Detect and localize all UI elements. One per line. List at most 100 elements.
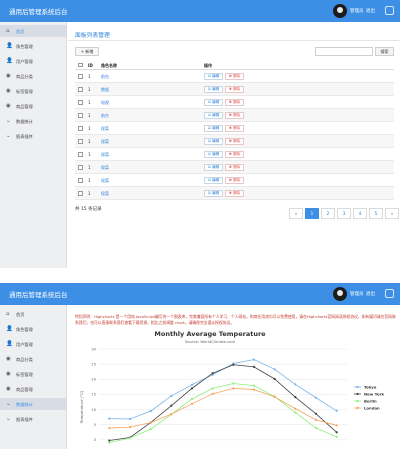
legend-item-label[interactable]: London [364, 405, 380, 410]
data-point[interactable] [252, 358, 256, 361]
pagination-next[interactable]: » [385, 208, 399, 219]
edit-button[interactable]: ☑ 编辑 [204, 86, 223, 93]
row-name-link[interactable]: 保菜 [101, 165, 109, 171]
row-name-link[interactable]: 电视 [101, 100, 109, 106]
delete-button[interactable]: ✖ 删除 [225, 99, 244, 106]
data-point[interactable] [335, 431, 338, 434]
data-point[interactable] [149, 409, 152, 413]
row-name-link[interactable]: 保菜 [101, 152, 109, 158]
row-checkbox[interactable] [78, 178, 83, 183]
data-point[interactable] [314, 396, 318, 399]
data-point[interactable] [128, 426, 132, 429]
data-point[interactable] [108, 441, 111, 444]
row-checkbox[interactable] [78, 152, 83, 157]
data-point[interactable] [149, 421, 152, 424]
user-avatar[interactable] [333, 287, 347, 301]
edit-button[interactable]: ☑ 编辑 [204, 112, 223, 119]
row-checkbox[interactable] [78, 87, 83, 92]
sidebar-item-roles[interactable]: 👤 角色管理 [0, 40, 67, 52]
sidebar-item-products[interactable]: ◉ 商品管理 [0, 100, 67, 112]
data-point[interactable] [294, 396, 297, 399]
data-point[interactable] [190, 383, 194, 386]
data-point[interactable] [252, 384, 256, 387]
row-name-link[interactable]: 保菜 [101, 139, 109, 145]
data-point[interactable] [252, 365, 256, 368]
data-point[interactable] [314, 418, 318, 421]
row-name-link[interactable]: 前台 [101, 113, 109, 119]
edit-button[interactable]: ☑ 编辑 [204, 177, 223, 184]
data-point[interactable] [273, 368, 276, 371]
delete-button[interactable]: ✖ 删除 [225, 164, 244, 171]
sidebar-item-statistics[interactable]: ⌄ 数据统计 [0, 115, 67, 127]
row-checkbox[interactable] [78, 113, 83, 118]
data-point[interactable] [232, 382, 235, 385]
pagination-page-5[interactable]: 5 [369, 208, 383, 219]
row-name-link[interactable]: 保菜 [101, 178, 109, 184]
sidebar-item-roles[interactable]: 👤 角色管理 [0, 323, 67, 335]
data-point[interactable] [170, 413, 173, 416]
sidebar-item-users[interactable]: 👤 用户管理 [0, 55, 67, 67]
row-checkbox[interactable] [78, 74, 83, 79]
pagination-prev[interactable]: « [289, 208, 303, 219]
search-input[interactable] [315, 47, 373, 56]
row-checkbox[interactable] [78, 126, 83, 131]
edit-button[interactable]: ☑ 编辑 [204, 138, 223, 145]
data-point[interactable] [232, 363, 235, 366]
logout-link[interactable]: 退出 [366, 8, 375, 14]
data-point[interactable] [335, 435, 338, 438]
data-point[interactable] [128, 417, 132, 421]
data-point[interactable] [108, 417, 111, 420]
sidebar-item-chart-plugins[interactable]: ⌄ 图表插件 [0, 130, 67, 142]
settings-icon[interactable] [385, 289, 394, 298]
pagination-page-1[interactable]: 1 [305, 208, 319, 219]
data-point[interactable] [314, 426, 318, 430]
sidebar-item-chart-plugins[interactable]: ⌄ 图表插件 [0, 413, 67, 425]
data-point[interactable] [211, 392, 214, 395]
pagination-page-3[interactable]: 3 [337, 208, 351, 219]
data-point[interactable] [211, 372, 214, 375]
data-point[interactable] [128, 436, 132, 440]
pagination-page-4[interactable]: 4 [353, 208, 367, 219]
sidebar-item-tags[interactable]: ◉ 标签管理 [0, 368, 67, 380]
row-checkbox[interactable] [78, 191, 83, 196]
select-all-checkbox[interactable] [78, 62, 83, 67]
row-checkbox[interactable] [78, 100, 83, 105]
edit-button[interactable]: ☑ 编辑 [204, 99, 223, 106]
delete-button[interactable]: ✖ 删除 [225, 151, 244, 158]
data-point[interactable] [190, 387, 194, 390]
user-avatar[interactable] [333, 4, 347, 18]
legend-item-label[interactable]: Berlin [364, 398, 377, 403]
sidebar-item-home[interactable]: ⌂ 首页 [0, 25, 67, 37]
delete-button[interactable]: ✖ 删除 [225, 73, 244, 80]
delete-button[interactable]: ✖ 删除 [225, 125, 244, 132]
sidebar-item-categories[interactable]: ◉ 商品分类 [0, 70, 67, 82]
legend-item-label[interactable]: Tokyo [364, 384, 377, 389]
row-name-link[interactable]: 保菜 [101, 126, 109, 132]
data-point[interactable] [294, 411, 297, 414]
add-button[interactable]: + 新增 [75, 47, 99, 56]
edit-button[interactable]: ☑ 编辑 [204, 190, 223, 197]
row-checkbox[interactable] [78, 165, 83, 170]
delete-button[interactable]: ✖ 删除 [225, 190, 244, 197]
data-point[interactable] [335, 424, 338, 427]
delete-button[interactable]: ✖ 删除 [225, 177, 244, 184]
data-point[interactable] [294, 383, 297, 386]
data-point[interactable] [273, 377, 276, 381]
data-point[interactable] [190, 397, 194, 401]
data-point[interactable] [170, 394, 173, 398]
data-point[interactable] [108, 439, 111, 442]
user-name[interactable]: 管理员 [350, 291, 364, 297]
sidebar-item-users[interactable]: 👤 用户管理 [0, 338, 67, 350]
data-point[interactable] [190, 402, 194, 405]
pagination-page-2[interactable]: 2 [321, 208, 335, 219]
data-point[interactable] [252, 388, 256, 391]
data-point[interactable] [108, 426, 111, 430]
sidebar-item-categories[interactable]: ◉ 商品分类 [0, 353, 67, 365]
user-name[interactable]: 管理员 [350, 8, 364, 14]
edit-button[interactable]: ☑ 编辑 [204, 164, 223, 171]
data-point[interactable] [273, 395, 276, 398]
logout-link[interactable]: 退出 [366, 291, 375, 297]
edit-button[interactable]: ☑ 编辑 [204, 73, 223, 80]
edit-button[interactable]: ☑ 编辑 [204, 125, 223, 132]
row-name-link[interactable]: 保菜 [101, 191, 109, 197]
